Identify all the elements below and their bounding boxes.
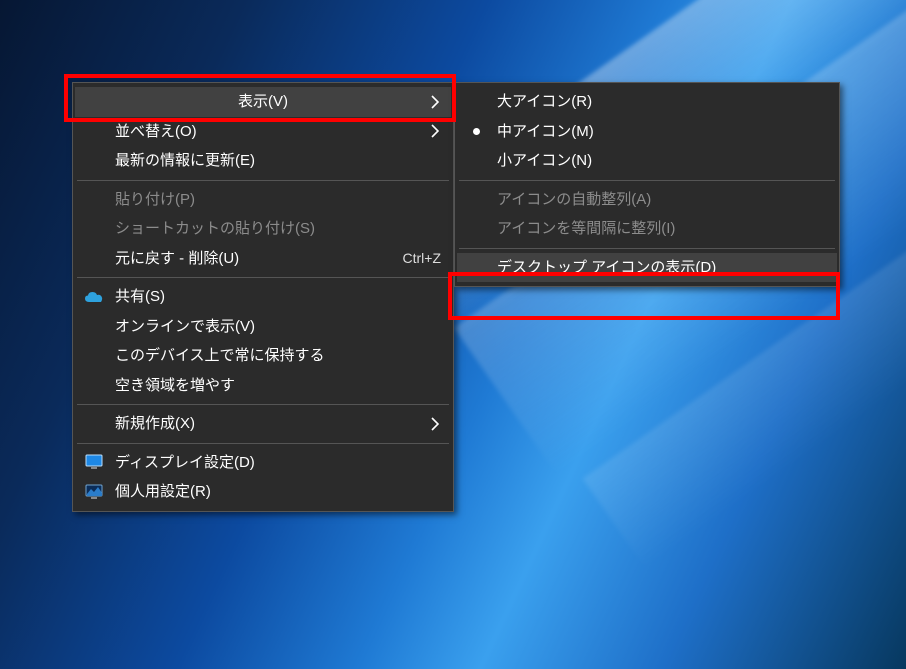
menu-view-online-label: オンラインで表示(V) — [115, 317, 255, 337]
submenu-auto-arrange[interactable]: アイコンの自動整列(A) — [457, 185, 837, 215]
menu-display-settings-label: ディスプレイ設定(D) — [115, 453, 255, 473]
menu-undo-delete[interactable]: 元に戻す - 削除(U) Ctrl+Z — [75, 244, 451, 274]
submenu-medium-icons[interactable]: 中アイコン(M) — [457, 117, 837, 147]
menu-paste-shortcut-label: ショートカットの貼り付け(S) — [115, 219, 315, 239]
menu-share-label: 共有(S) — [115, 287, 165, 307]
menu-sort-label: 並べ替え(O) — [115, 122, 197, 142]
menu-refresh-label: 最新の情報に更新(E) — [115, 151, 255, 171]
submenu-show-desktop-icons-label: デスクトップ アイコンの表示(D) — [497, 258, 716, 278]
menu-personalize-label: 個人用設定(R) — [115, 482, 211, 502]
menu-undo-delete-label: 元に戻す - 削除(U) — [115, 249, 239, 269]
onedrive-icon — [85, 288, 103, 306]
menu-separator — [77, 443, 449, 444]
menu-new[interactable]: 新規作成(X) — [75, 409, 451, 439]
desktop-context-menu: 表示(V) 並べ替え(O) 最新の情報に更新(E) 貼り付け(P) ショートカッ… — [72, 82, 454, 512]
menu-separator — [77, 404, 449, 405]
submenu-align-to-grid-label: アイコンを等間隔に整列(I) — [497, 219, 675, 239]
submenu-small-icons[interactable]: 小アイコン(N) — [457, 146, 837, 176]
submenu-show-desktop-icons[interactable]: デスクトップ アイコンの表示(D) — [457, 253, 837, 283]
menu-view[interactable]: 表示(V) — [75, 87, 451, 117]
submenu-small-icons-label: 小アイコン(N) — [497, 151, 592, 171]
submenu-arrow-icon — [431, 124, 439, 138]
menu-undo-delete-shortcut: Ctrl+Z — [363, 249, 442, 267]
menu-free-up-space[interactable]: 空き領域を増やす — [75, 371, 451, 401]
menu-view-label: 表示(V) — [75, 92, 451, 112]
view-submenu: 大アイコン(R) 中アイコン(M) 小アイコン(N) アイコンの自動整列(A) … — [454, 82, 840, 287]
submenu-align-to-grid[interactable]: アイコンを等間隔に整列(I) — [457, 214, 837, 244]
menu-always-keep-label: このデバイス上で常に保持する — [115, 346, 325, 366]
menu-share[interactable]: 共有(S) — [75, 282, 451, 312]
submenu-medium-icons-label: 中アイコン(M) — [497, 122, 594, 142]
menu-personalize[interactable]: 個人用設定(R) — [75, 477, 451, 507]
submenu-arrow-icon — [431, 417, 439, 431]
menu-separator — [459, 180, 835, 181]
menu-view-online[interactable]: オンラインで表示(V) — [75, 312, 451, 342]
menu-paste-label: 貼り付け(P) — [115, 190, 195, 210]
submenu-arrow-icon — [431, 95, 439, 109]
personalize-icon — [85, 483, 103, 501]
menu-sort[interactable]: 並べ替え(O) — [75, 117, 451, 147]
menu-separator — [459, 248, 835, 249]
menu-paste: 貼り付け(P) — [75, 185, 451, 215]
submenu-large-icons-label: 大アイコン(R) — [497, 92, 592, 112]
menu-new-label: 新規作成(X) — [115, 414, 195, 434]
menu-display-settings[interactable]: ディスプレイ設定(D) — [75, 448, 451, 478]
menu-separator — [77, 180, 449, 181]
submenu-large-icons[interactable]: 大アイコン(R) — [457, 87, 837, 117]
menu-refresh[interactable]: 最新の情報に更新(E) — [75, 146, 451, 176]
menu-free-up-space-label: 空き領域を増やす — [115, 376, 235, 396]
menu-always-keep[interactable]: このデバイス上で常に保持する — [75, 341, 451, 371]
menu-separator — [77, 277, 449, 278]
submenu-auto-arrange-label: アイコンの自動整列(A) — [497, 190, 651, 210]
radio-selected-icon — [473, 128, 480, 135]
menu-paste-shortcut: ショートカットの貼り付け(S) — [75, 214, 451, 244]
display-settings-icon — [85, 453, 103, 471]
